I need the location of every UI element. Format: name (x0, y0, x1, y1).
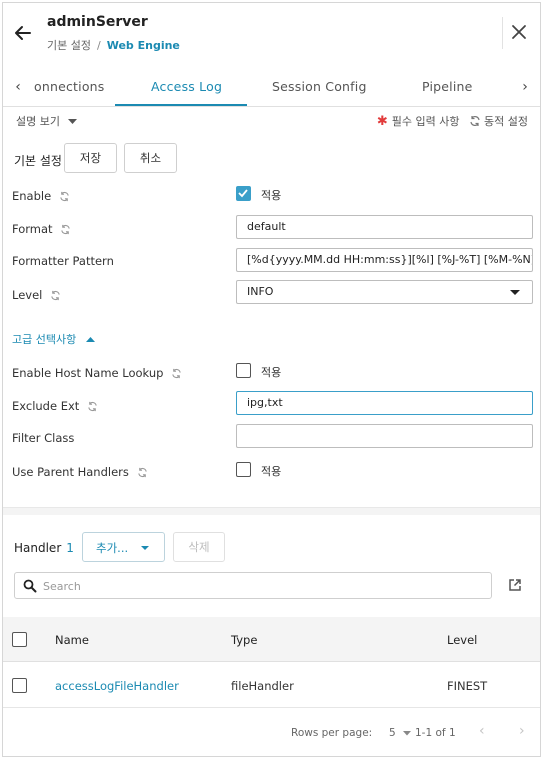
show-description-toggle[interactable]: 설명 보기 (16, 113, 78, 129)
tab-access-log[interactable]: Access Log (151, 79, 222, 94)
table-pagination: Rows per page: 5 1-1 of 1 ‹ › (3, 709, 540, 757)
dynamic-legend: 동적 설정 (484, 115, 528, 128)
format-label-text: Format (12, 222, 53, 236)
tab-connections[interactable]: onnections (34, 79, 105, 94)
caret-down-icon (403, 730, 412, 735)
search-icon (23, 579, 37, 593)
use-parent-handlers-check-label: 적용 (261, 465, 282, 478)
search-placeholder: Search (43, 580, 81, 593)
show-description-label: 설명 보기 (16, 115, 60, 128)
breadcrumb: 기본 설정 / Web Engine (47, 37, 180, 53)
use-parent-handlers-field-label: Use Parent Handlers (12, 465, 148, 479)
legend: ✱ 필수 입력 사항 동적 설정 (377, 113, 528, 129)
add-dropdown-caret-icon (141, 546, 149, 550)
handler-title: Handler 1 (14, 541, 74, 555)
open-in-new-icon[interactable] (508, 578, 522, 592)
select-all-checkbox[interactable] (12, 632, 27, 647)
breadcrumb-current: Web Engine (106, 39, 180, 52)
dropdown-caret-icon (510, 290, 520, 295)
basic-settings-label: 기본 설정 (14, 154, 62, 168)
tab-bar: ‹ onnections Access Log Session Config P… (3, 67, 540, 107)
host-name-lookup-field-label: Enable Host Name Lookup (12, 366, 182, 380)
dynamic-sync-icon (88, 401, 97, 412)
handler-table-header: Name Type Level (3, 617, 540, 662)
section-divider (3, 507, 540, 515)
breadcrumb-parent[interactable]: 기본 설정 (47, 39, 91, 52)
filter-class-input[interactable] (236, 424, 533, 448)
format-field-label: Format (12, 222, 71, 236)
dynamic-sync-icon (137, 467, 147, 478)
add-handler-label: 추가... (96, 541, 129, 555)
use-parent-handlers-label-text: Use Parent Handlers (12, 465, 129, 479)
handler-count-badge: 1 (66, 541, 74, 555)
rows-per-page-label: Rows per page: (291, 727, 373, 739)
rows-per-page-value: 5 (389, 727, 396, 739)
page-range: 1-1 of 1 (415, 727, 456, 739)
use-parent-handlers-checkbox[interactable] (236, 462, 251, 477)
exclude-ext-input[interactable]: ipg,txt (236, 391, 533, 415)
format-input[interactable]: default (236, 215, 533, 239)
level-selected-value: INFO (247, 285, 274, 298)
host-name-lookup-checkbox[interactable] (236, 363, 251, 378)
tab-pipeline[interactable]: Pipeline (422, 79, 473, 94)
caret-down-icon (68, 119, 78, 124)
previous-page-icon[interactable]: ‹ (479, 723, 485, 739)
handler-label: Handler (14, 541, 62, 555)
dynamic-sync-icon (51, 290, 60, 301)
enable-field-label: Enable (12, 189, 70, 203)
handler-name-link[interactable]: accessLogFileHandler (55, 679, 179, 693)
required-star-icon: ✱ (376, 114, 388, 129)
check-icon (238, 189, 248, 198)
row-checkbox[interactable] (12, 678, 27, 693)
level-select[interactable]: INFO (236, 280, 533, 304)
advanced-options-toggle[interactable]: 고급 선택사항 (12, 331, 95, 347)
handler-level-cell: FINEST (447, 679, 488, 693)
required-legend: 필수 입력 사항 (391, 115, 460, 128)
back-arrow-icon[interactable] (13, 23, 33, 43)
host-name-lookup-check-label: 적용 (261, 366, 282, 379)
tab-scroll-left-icon[interactable]: ‹ (9, 76, 27, 98)
enable-check-label: 적용 (261, 189, 282, 202)
formatter-pattern-input[interactable]: [%d{yyyy.MM.dd HH:mm:ss}][%l] [%J-%T] [%… (236, 248, 533, 272)
delete-handler-button[interactable]: 삭제 (173, 532, 225, 562)
next-page-icon[interactable]: › (519, 723, 525, 739)
breadcrumb-separator: / (96, 39, 101, 52)
dynamic-sync-icon (61, 224, 70, 235)
table-row: accessLogFileHandler fileHandler FINEST (3, 663, 540, 708)
add-handler-button[interactable]: 추가... (82, 532, 165, 562)
active-tab-indicator (115, 104, 247, 106)
formatter-pattern-label: Formatter Pattern (12, 254, 114, 268)
cancel-button[interactable]: 취소 (124, 143, 177, 173)
advanced-options-label: 고급 선택사항 (12, 333, 77, 346)
close-icon[interactable] (510, 23, 528, 41)
panel-header: adminServer 기본 설정 / Web Engine (3, 3, 540, 65)
dynamic-sync-icon (60, 191, 69, 202)
description-row: 설명 보기 ✱ 필수 입력 사항 동적 설정 (3, 109, 540, 131)
exclude-ext-label-text: Exclude Ext (12, 399, 80, 413)
handler-type-cell: fileHandler (231, 679, 294, 693)
column-header-type[interactable]: Type (231, 633, 257, 647)
level-field-label: Level (12, 288, 61, 302)
tab-session-config[interactable]: Session Config (272, 79, 367, 94)
host-name-lookup-label-text: Enable Host Name Lookup (12, 366, 164, 380)
handler-search-input[interactable]: Search (14, 572, 492, 599)
admin-server-panel: adminServer 기본 설정 / Web Engine ‹ onnection… (2, 2, 541, 757)
enable-checkbox[interactable] (236, 186, 251, 201)
exclude-ext-field-label: Exclude Ext (12, 399, 98, 413)
tab-scroll-right-icon[interactable]: › (516, 76, 534, 98)
caret-up-icon (85, 337, 95, 342)
filter-class-label: Filter Class (12, 431, 75, 445)
enable-label-text: Enable (12, 189, 52, 203)
dynamic-sync-icon (470, 116, 480, 126)
rows-per-page-select[interactable]: 5 (389, 727, 412, 739)
column-header-level[interactable]: Level (447, 633, 477, 647)
column-header-name[interactable]: Name (55, 633, 89, 647)
save-button[interactable]: 저장 (64, 143, 117, 173)
dynamic-sync-icon (172, 368, 181, 379)
level-label-text: Level (12, 288, 43, 302)
page-title: adminServer (47, 14, 148, 30)
header-divider (502, 17, 503, 49)
